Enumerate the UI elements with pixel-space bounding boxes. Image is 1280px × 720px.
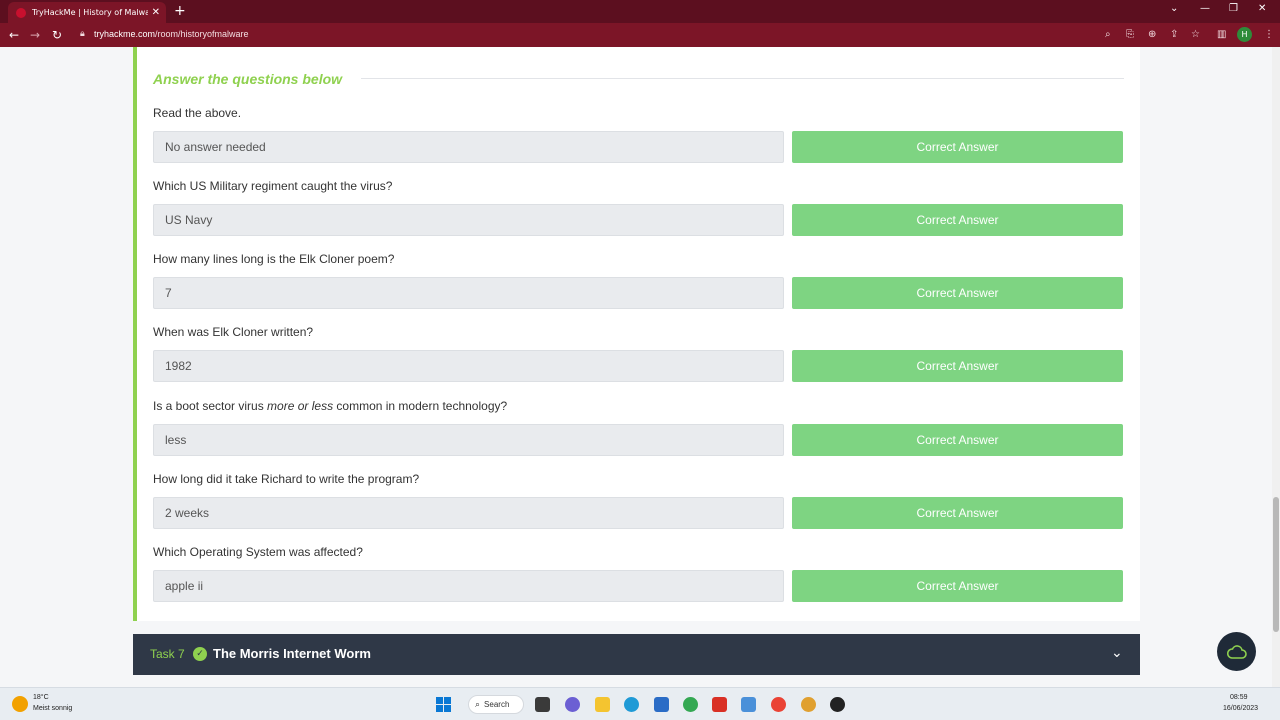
section-divider <box>361 78 1124 79</box>
bookmark-star-icon[interactable]: ☆ <box>1191 29 1200 40</box>
zoom-icon[interactable]: ⊕ <box>1148 29 1156 40</box>
profile-avatar[interactable]: H <box>1237 27 1252 42</box>
browser-tab-active[interactable]: TryHackMe | History of Malware ✕ <box>8 2 166 23</box>
chevron-down-icon[interactable]: ⌄ <box>1111 645 1123 661</box>
os-taskbar: 18°C Meist sonnig ⌕ Search 08:59 16/06/2… <box>0 687 1280 720</box>
taskbar-search[interactable]: ⌕ Search <box>468 695 524 714</box>
answer-field[interactable]: 1982 <box>153 350 784 382</box>
office-app-icon[interactable] <box>712 697 727 712</box>
reload-icon[interactable]: ↻ <box>52 27 62 43</box>
media-app-icon[interactable] <box>830 697 845 712</box>
question-label: Read the above. <box>153 106 242 120</box>
answer-field[interactable]: 2 weeks <box>153 497 784 529</box>
question-label: How long did it take Richard to write th… <box>153 472 420 486</box>
emphasis-text: more or less <box>267 399 334 413</box>
answer-field[interactable]: less <box>153 424 784 456</box>
notepad-icon[interactable] <box>741 697 756 712</box>
search-label: Search <box>484 700 510 709</box>
browser-tab-strip: TryHackMe | History of Malware ✕ + ⌄ — ❐… <box>0 0 1280 23</box>
file-explorer-icon[interactable] <box>595 697 610 712</box>
side-panel-icon[interactable]: ▥ <box>1217 29 1226 40</box>
cloud-icon <box>1226 644 1247 659</box>
window-close-icon[interactable]: ✕ <box>1258 3 1266 14</box>
chat-app-icon[interactable] <box>565 697 580 712</box>
correct-answer-button[interactable]: Correct Answer <box>792 204 1123 236</box>
search-icon: ⌕ <box>475 699 481 710</box>
section-title: Answer the questions below <box>153 71 343 87</box>
chrome-active-icon[interactable] <box>771 697 786 712</box>
page-scrollbar[interactable] <box>1272 47 1280 687</box>
question-label: When was Elk Cloner written? <box>153 325 314 339</box>
correct-answer-button[interactable]: Correct Answer <box>792 424 1123 456</box>
correct-answer-button[interactable]: Correct Answer <box>792 350 1123 382</box>
scrollbar-thumb[interactable] <box>1273 497 1279 632</box>
search-icon[interactable]: ⌕ <box>1105 29 1111 40</box>
forward-arrow-icon[interactable]: → <box>30 27 40 43</box>
chrome-icon[interactable] <box>683 697 698 712</box>
questions-card: Answer the questions below Read the abov… <box>133 47 1140 621</box>
store-icon[interactable] <box>654 697 669 712</box>
task-number: Task 7 <box>150 647 185 661</box>
restore-icon[interactable]: ❐ <box>1229 3 1238 14</box>
translate-icon[interactable]: ⎘ <box>1126 29 1134 40</box>
share-icon[interactable]: ⇪ <box>1170 29 1178 40</box>
question-label: Which US Military regiment caught the vi… <box>153 179 393 193</box>
question-label: How many lines long is the Elk Cloner po… <box>153 252 395 266</box>
sun-weather-icon[interactable] <box>12 696 28 712</box>
edge-browser-icon[interactable] <box>624 697 639 712</box>
answer-field[interactable]: US Navy <box>153 204 784 236</box>
lock-icon[interactable]: 🔒︎ <box>80 29 85 39</box>
page-content: Answer the questions below Read the abov… <box>0 47 1272 687</box>
tab-title: TryHackMe | History of Malware <box>32 8 148 17</box>
address-bar-url[interactable]: tryhackme.com/room/historyofmalware <box>94 29 249 39</box>
task-title: The Morris Internet Worm <box>213 646 371 661</box>
question-label: Is a boot sector virus more or less comm… <box>153 399 508 413</box>
windows-start-icon[interactable] <box>436 697 451 712</box>
question-label: Which Operating System was affected? <box>153 545 363 559</box>
tab-search-chevron-icon[interactable]: ⌄ <box>1170 3 1178 14</box>
task-7-header[interactable]: Task 7 ✓ The Morris Internet Worm ⌄ <box>133 634 1140 675</box>
weather-temperature[interactable]: 18°C <box>33 694 49 701</box>
correct-answer-button[interactable]: Correct Answer <box>792 497 1123 529</box>
cloud-chat-button[interactable] <box>1217 632 1256 671</box>
weather-description[interactable]: Meist sonnig <box>33 705 72 712</box>
task-view-icon[interactable] <box>535 697 550 712</box>
answer-field[interactable]: 7 <box>153 277 784 309</box>
clock-time[interactable]: 08:59 <box>1230 694 1248 701</box>
browser-toolbar: ← → ↻ 🔒︎ tryhackme.com/room/historyofmal… <box>0 23 1280 47</box>
back-arrow-icon[interactable]: ← <box>9 27 19 43</box>
correct-answer-button[interactable]: Correct Answer <box>792 570 1123 602</box>
app-icon[interactable] <box>801 697 816 712</box>
task-complete-check-icon: ✓ <box>193 647 207 661</box>
tab-close-icon[interactable]: ✕ <box>152 7 160 18</box>
correct-answer-button[interactable]: Correct Answer <box>792 131 1123 163</box>
browser-menu-icon[interactable]: ⋮ <box>1264 29 1274 40</box>
clock-date[interactable]: 16/06/2023 <box>1223 705 1258 712</box>
correct-answer-button[interactable]: Correct Answer <box>792 277 1123 309</box>
tryhackme-favicon-icon <box>16 7 26 18</box>
answer-field[interactable]: No answer needed <box>153 131 784 163</box>
answer-field[interactable]: apple ii <box>153 570 784 602</box>
minimize-icon[interactable]: — <box>1200 3 1210 14</box>
new-tab-plus-icon[interactable]: + <box>174 3 186 19</box>
